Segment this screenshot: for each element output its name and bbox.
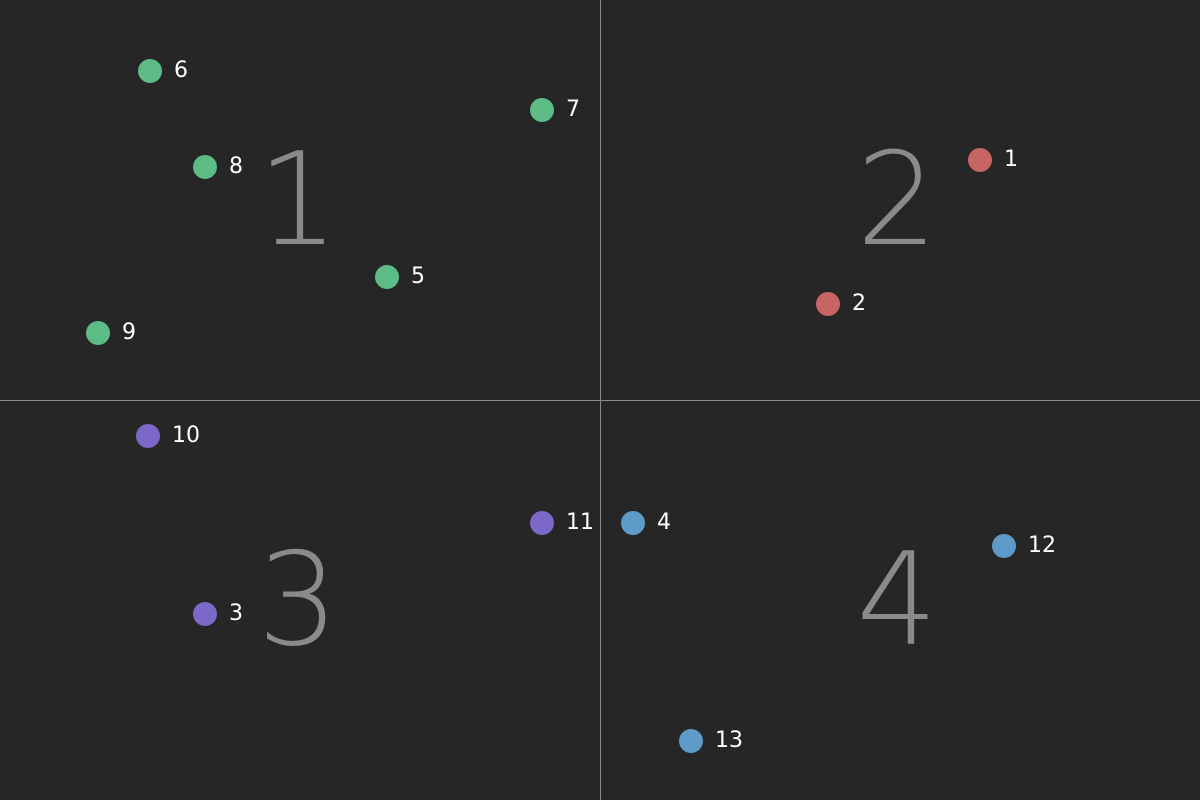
point-label-8: 8 bbox=[229, 154, 243, 179]
point-label-2: 2 bbox=[852, 291, 866, 316]
point-marker-11 bbox=[530, 511, 554, 535]
quadrant-canvas: 1 2 3 4 1 2 3 4 5 6 7 8 9 10 11 12 13 bbox=[0, 0, 1200, 800]
quadrant-label-3: 3 bbox=[257, 526, 339, 675]
point-marker-7 bbox=[530, 98, 554, 122]
point-marker-5 bbox=[375, 265, 399, 289]
point-label-1: 1 bbox=[1004, 147, 1018, 172]
point-label-4: 4 bbox=[657, 510, 671, 535]
point-marker-2 bbox=[816, 292, 840, 316]
point-label-10: 10 bbox=[172, 423, 200, 448]
point-marker-10 bbox=[136, 424, 160, 448]
point-label-5: 5 bbox=[411, 264, 425, 289]
point-label-13: 13 bbox=[715, 728, 743, 753]
point-marker-3 bbox=[193, 602, 217, 626]
point-marker-8 bbox=[193, 155, 217, 179]
point-label-11: 11 bbox=[566, 510, 594, 535]
point-marker-1 bbox=[968, 148, 992, 172]
horizontal-divider bbox=[0, 400, 1200, 401]
point-label-6: 6 bbox=[174, 58, 188, 83]
point-label-12: 12 bbox=[1028, 533, 1056, 558]
point-label-9: 9 bbox=[122, 320, 136, 345]
point-label-3: 3 bbox=[229, 601, 243, 626]
point-marker-9 bbox=[86, 321, 110, 345]
point-marker-6 bbox=[138, 59, 162, 83]
quadrant-label-2: 2 bbox=[856, 126, 938, 275]
quadrant-label-1: 1 bbox=[257, 126, 339, 275]
point-label-7: 7 bbox=[566, 97, 580, 122]
quadrant-label-4: 4 bbox=[856, 526, 938, 675]
point-marker-13 bbox=[679, 729, 703, 753]
point-marker-4 bbox=[621, 511, 645, 535]
point-marker-12 bbox=[992, 534, 1016, 558]
